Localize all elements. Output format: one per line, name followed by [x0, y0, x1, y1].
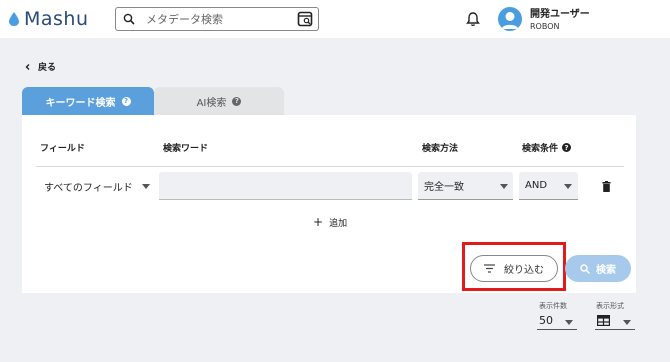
count-select-value[interactable]: 50 [539, 314, 553, 327]
user-name[interactable]: 開発ユーザー [530, 5, 590, 20]
user-org: ROBON [530, 22, 560, 31]
header-search-condition-label: 検索条件 [522, 144, 559, 154]
chevron-down-icon[interactable] [565, 320, 573, 325]
search-icon [123, 13, 135, 25]
back-link[interactable]: 戻る [24, 60, 56, 73]
condition-select-value: AND [525, 180, 548, 191]
logo[interactable]: Mashu [8, 8, 89, 30]
help-icon[interactable]: ? [562, 143, 572, 152]
table-view-icon[interactable] [597, 315, 610, 326]
back-label: 戻る [38, 63, 57, 73]
method-select[interactable]: 完全一致 [418, 172, 513, 200]
tab-keyword-label: キーワード検索 [45, 97, 116, 109]
water-drop-icon [9, 12, 19, 26]
metadata-search[interactable] [115, 7, 319, 31]
add-row-label: 追加 [329, 218, 348, 229]
search-icon [580, 263, 590, 274]
user-icon [501, 12, 519, 29]
search-button-label: 検索 [596, 265, 616, 276]
tab-keyword-search[interactable]: キーワード検索 ? [22, 87, 154, 115]
field-select[interactable]: すべてのフィールド [36, 172, 156, 200]
plus-icon: + [313, 215, 324, 229]
chevron-down-icon [500, 184, 508, 189]
header-field: フィールド [40, 144, 85, 154]
filter-button[interactable]: 絞り込む [470, 255, 558, 282]
filter-button-label: 絞り込む [504, 265, 544, 276]
format-label: 表示形式 [596, 302, 624, 310]
logo-text: Mashu [24, 8, 89, 30]
chevron-down-icon [142, 184, 150, 189]
header-search-condition: 検索条件 ? [522, 141, 572, 154]
format-select-underline [595, 329, 635, 330]
tab-ai-search[interactable]: AI検索 ? [154, 87, 284, 115]
filter-icon [484, 264, 495, 273]
notification-bell-icon[interactable] [466, 11, 480, 27]
search-input[interactable] [146, 10, 286, 28]
field-select-value: すべてのフィールド [44, 182, 133, 194]
header-divider [36, 166, 624, 167]
svg-text:?: ? [564, 144, 568, 152]
search-word-input[interactable] [159, 172, 412, 200]
search-button[interactable]: 検索 [565, 255, 631, 282]
condition-select[interactable]: AND [519, 172, 578, 200]
trash-icon[interactable] [602, 181, 611, 192]
help-icon[interactable]: ? [121, 96, 131, 106]
count-label: 表示件数 [539, 302, 567, 310]
top-bar: Mashu 開発ユーザー ROBON [0, 0, 670, 38]
count-select-underline [537, 329, 577, 330]
help-icon[interactable]: ? [232, 96, 242, 106]
avatar[interactable] [498, 7, 522, 31]
tab-ai-label: AI検索 [196, 97, 227, 109]
chevron-left-icon [25, 63, 30, 70]
header-search-method: 検索方法 [422, 144, 459, 154]
header-search-word: 検索ワード [163, 144, 209, 154]
chevron-down-icon [564, 184, 572, 189]
add-row-button[interactable]: + 追加 [313, 215, 347, 229]
method-select-value: 完全一致 [424, 182, 464, 193]
detail-search-icon[interactable] [297, 11, 313, 27]
chevron-down-icon[interactable] [623, 320, 631, 325]
